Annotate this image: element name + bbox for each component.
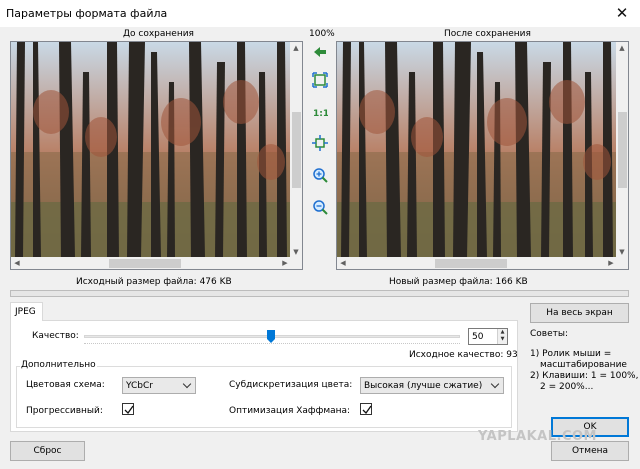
scroll-up-icon[interactable]: ▲ — [616, 43, 628, 53]
center-icon[interactable] — [312, 135, 328, 151]
after-vertical-scrollbar[interactable]: ▲ ▼ — [616, 42, 628, 258]
quality-slider-ticks — [84, 343, 460, 345]
stepper-down-icon[interactable]: ▼ — [498, 336, 507, 343]
progress-bar — [10, 290, 629, 297]
tip2-line1: 2) Клавиши: 1 = 100%, — [530, 371, 639, 381]
scroll-thumb[interactable] — [435, 259, 507, 268]
fit-to-window-icon[interactable] — [312, 72, 328, 88]
before-image — [11, 42, 291, 258]
tab-jpeg-label: JPEG — [15, 307, 36, 317]
fullscreen-button[interactable]: На весь экран — [530, 303, 629, 323]
original-size-text: Исходный размер файла: 476 KB — [76, 277, 232, 287]
quality-label: Качество: — [32, 331, 79, 341]
original-quality-text: Исходное качество: 93 — [409, 350, 518, 360]
huffman-checkbox[interactable] — [360, 403, 372, 415]
actual-size-text: 1:1 — [313, 109, 328, 119]
huffman-label: Оптимизация Хаффмана: — [229, 406, 351, 416]
tip2-line2: 2 = 200%... — [540, 382, 594, 392]
window-title: Параметры формата файла — [6, 7, 168, 20]
subsampling-label: Субдискретизация цвета: — [229, 380, 353, 390]
scroll-down-icon[interactable]: ▼ — [290, 247, 302, 257]
stepper-up-icon[interactable]: ▲ — [498, 329, 507, 336]
cancel-button[interactable]: Отмена — [551, 441, 629, 461]
tips-title: Советы: — [530, 329, 569, 339]
checkmark-icon — [362, 405, 372, 415]
before-horizontal-scrollbar[interactable]: ◀ ▶ — [11, 257, 291, 269]
actual-size-icon[interactable]: 1:1 — [312, 104, 328, 120]
chevron-down-icon — [490, 379, 500, 389]
progressive-label: Прогрессивный: — [26, 406, 103, 416]
quality-value[interactable]: 50 — [472, 332, 483, 342]
progressive-checkbox[interactable] — [122, 403, 134, 415]
color-scheme-label: Цветовая схема: — [26, 380, 105, 390]
before-label: До сохранения — [123, 29, 194, 39]
title-bar: Параметры формата файла ✕ — [0, 0, 640, 27]
quality-stepper[interactable]: 50 ▲ ▼ — [468, 328, 508, 345]
subsampling-value: Высокая (лучше сжатие) — [364, 381, 483, 391]
close-icon[interactable]: ✕ — [610, 2, 634, 24]
new-size-text: Новый размер файла: 166 KB — [389, 277, 528, 287]
scroll-thumb[interactable] — [292, 112, 301, 188]
tip1-line2: масштабирование — [540, 360, 627, 370]
zoom-out-icon[interactable] — [312, 199, 328, 215]
scroll-left-icon[interactable]: ◀ — [337, 258, 349, 268]
after-image — [337, 42, 617, 258]
after-preview-panel[interactable]: ▲ ▼ ◀ ▶ — [336, 41, 629, 270]
after-label: После сохранения — [444, 29, 531, 39]
scroll-up-icon[interactable]: ▲ — [290, 43, 302, 53]
zoom-level: 100% — [309, 29, 335, 39]
watermark: YAPLAKAL.COM — [478, 429, 597, 444]
reset-button[interactable]: Сброс — [10, 441, 85, 461]
subsampling-select[interactable]: Высокая (лучше сжатие) — [360, 377, 504, 394]
advanced-group-title: Дополнительно — [20, 360, 97, 370]
color-scheme-value: YCbCr — [126, 381, 153, 391]
back-arrow-icon[interactable] — [312, 44, 328, 60]
tab-jpeg[interactable]: JPEG — [10, 302, 43, 321]
zoom-in-icon[interactable] — [312, 167, 328, 183]
checkmark-icon — [124, 405, 134, 415]
scroll-thumb[interactable] — [618, 112, 627, 188]
chevron-down-icon — [182, 379, 192, 389]
after-horizontal-scrollbar[interactable]: ◀ ▶ — [337, 257, 617, 269]
scroll-left-icon[interactable]: ◀ — [11, 258, 23, 268]
scroll-down-icon[interactable]: ▼ — [616, 247, 628, 257]
quality-slider-thumb[interactable] — [267, 330, 275, 343]
before-vertical-scrollbar[interactable]: ▲ ▼ — [290, 42, 302, 258]
scroll-thumb[interactable] — [109, 259, 181, 268]
before-preview-panel[interactable]: ▲ ▼ ◀ ▶ — [10, 41, 303, 270]
color-scheme-select[interactable]: YCbCr — [122, 377, 196, 394]
tip1-line1: 1) Ролик мыши = — [530, 349, 612, 359]
advanced-group — [16, 366, 512, 428]
